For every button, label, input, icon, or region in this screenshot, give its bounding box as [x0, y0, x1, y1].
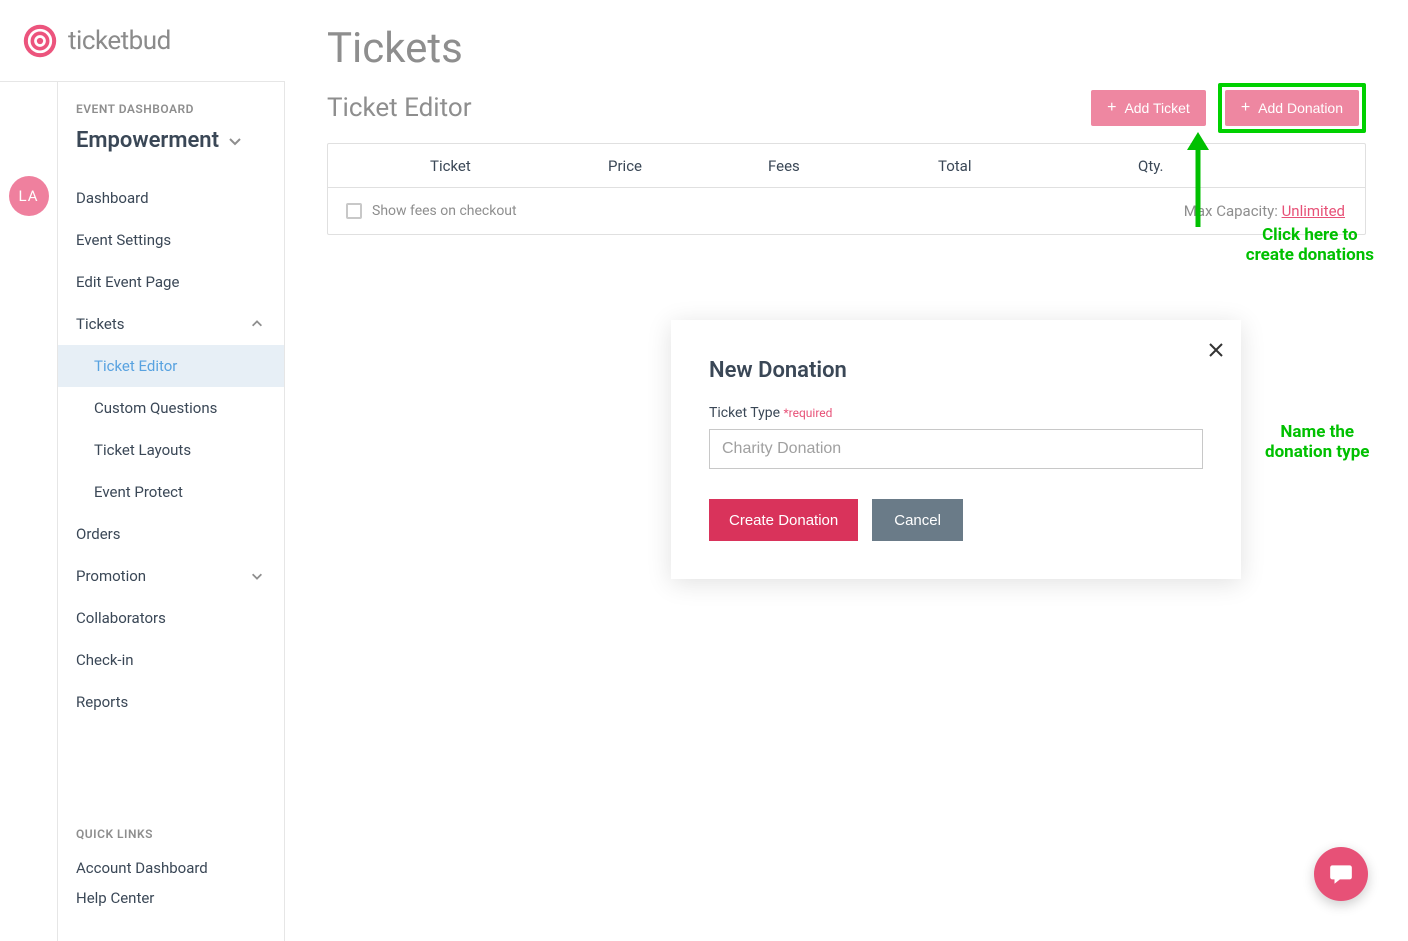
brand-logo-icon — [22, 23, 58, 59]
nav-custom-questions[interactable]: Custom Questions — [76, 387, 284, 429]
annotation-arrow-up-icon — [1183, 132, 1213, 232]
max-capacity-link[interactable]: Unlimited — [1282, 202, 1345, 220]
new-donation-modal: New Donation Ticket Type *required Creat… — [671, 320, 1241, 579]
cancel-button[interactable]: Cancel — [872, 499, 963, 541]
left-avatar-column: LA — [0, 82, 58, 941]
col-header-fees: Fees — [768, 157, 938, 175]
page-subtitle: Ticket Editor — [327, 93, 472, 123]
nav-reports[interactable]: Reports — [76, 681, 284, 723]
checkbox-icon[interactable] — [346, 203, 362, 219]
plus-icon: + — [1241, 99, 1250, 117]
event-dashboard-label: EVENT DASHBOARD — [76, 102, 284, 116]
create-donation-button[interactable]: Create Donation — [709, 499, 858, 541]
brand-name: ticketbud — [68, 26, 171, 56]
ticket-type-input[interactable] — [709, 429, 1203, 469]
col-header-ticket: Ticket — [328, 157, 608, 175]
nav-edit-event-page[interactable]: Edit Event Page — [76, 261, 284, 303]
modal-title: New Donation — [709, 358, 1203, 383]
chat-icon — [1328, 861, 1354, 887]
plus-icon: + — [1107, 99, 1116, 117]
chevron-down-icon — [250, 569, 264, 583]
nav-collaborators[interactable]: Collaborators — [76, 597, 284, 639]
chevron-down-icon — [227, 133, 243, 149]
nav-event-settings[interactable]: Event Settings — [76, 219, 284, 261]
main-content: Tickets Ticket Editor + Add Ticket + Add… — [285, 0, 1408, 941]
nav-check-in[interactable]: Check-in — [76, 639, 284, 681]
user-avatar[interactable]: LA — [9, 176, 49, 216]
annotation-name-type: Name the donation type — [1265, 422, 1369, 463]
event-name-dropdown[interactable]: Empowerment — [76, 128, 284, 153]
quick-links-heading: QUICK LINKS — [76, 827, 284, 841]
app-root: ticketbud LA EVENT DASHBOARD Empowerment… — [0, 0, 1408, 941]
col-header-qty: Qty. — [1098, 157, 1365, 175]
nav-promotion[interactable]: Promotion — [76, 555, 284, 597]
add-donation-button[interactable]: + Add Donation — [1225, 90, 1359, 126]
col-header-total: Total — [938, 157, 1098, 175]
show-fees-label: Show fees on checkout — [372, 203, 517, 219]
tickets-submenu: Ticket Editor Custom Questions Ticket La… — [76, 345, 284, 513]
nav-dashboard[interactable]: Dashboard — [76, 177, 284, 219]
ticket-type-field-label: Ticket Type *required — [709, 405, 1203, 421]
annotation-highlight-box: + Add Donation — [1218, 83, 1366, 133]
add-ticket-button[interactable]: + Add Ticket — [1091, 90, 1206, 126]
nav-ticket-editor[interactable]: Ticket Editor — [58, 345, 284, 387]
link-account-dashboard[interactable]: Account Dashboard — [76, 853, 284, 883]
col-header-price: Price — [608, 157, 768, 175]
chevron-up-icon — [250, 317, 264, 331]
chat-bubble-button[interactable] — [1314, 847, 1368, 901]
page-title: Tickets — [327, 24, 1366, 73]
close-icon — [1209, 343, 1223, 357]
nav-ticket-layouts[interactable]: Ticket Layouts — [76, 429, 284, 471]
annotation-click-here: Click here to create donations — [1246, 225, 1374, 266]
nav-tickets[interactable]: Tickets — [76, 303, 284, 345]
quick-links-section: QUICK LINKS Account Dashboard Help Cente… — [76, 827, 284, 941]
logo-area[interactable]: ticketbud — [0, 0, 285, 82]
nav-orders[interactable]: Orders — [76, 513, 284, 555]
modal-close-button[interactable] — [1209, 338, 1223, 362]
show-fees-checkbox-wrap[interactable]: Show fees on checkout — [346, 203, 517, 219]
link-help-center[interactable]: Help Center — [76, 883, 284, 913]
sidebar: EVENT DASHBOARD Empowerment Dashboard Ev… — [58, 82, 285, 941]
nav-event-protect[interactable]: Event Protect — [76, 471, 284, 513]
